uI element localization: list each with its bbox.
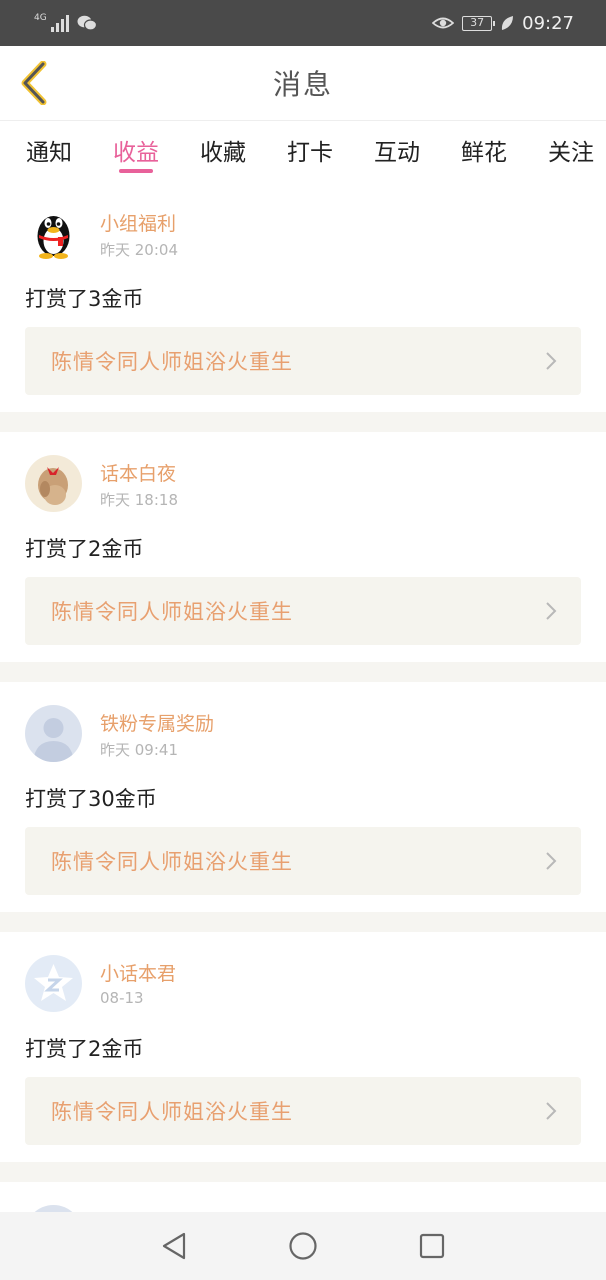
page-title: 消息	[272, 68, 333, 101]
wechat-icon	[77, 15, 97, 31]
tab-flowers[interactable]: 鲜花	[459, 121, 509, 182]
penguin-avatar[interactable]	[25, 205, 82, 262]
story-title: 陈情令同人师姐浴火重生	[51, 350, 293, 374]
username[interactable]: 小组福利	[100, 209, 176, 236]
network-type: 4G	[34, 13, 47, 23]
story-title: 陈情令同人师姐浴火重生	[51, 850, 293, 874]
tab-favorites[interactable]: 收藏	[198, 121, 248, 182]
star-avatar[interactable]	[25, 955, 82, 1012]
system-nav-bar	[0, 1212, 606, 1280]
message-card: 铁粉专属奖励 昨天 09:41 打赏了30金币 陈情令同人师姐浴火重生	[0, 682, 606, 912]
back-button[interactable]	[14, 60, 54, 106]
signal-icon: 4G	[34, 14, 69, 32]
username[interactable]: 铁粉专属奖励	[100, 709, 214, 736]
story-title: 陈情令同人师姐浴火重生	[51, 600, 293, 624]
message-list: 小组福利 昨天 20:04 打赏了3金币 陈情令同人师姐浴火重生 话本白夜 昨天…	[0, 182, 606, 1228]
battery-icon: 37	[462, 15, 496, 31]
username[interactable]: 话本白夜	[100, 459, 176, 486]
tab-following[interactable]: 关注	[546, 121, 596, 182]
home-circle-icon[interactable]	[288, 1231, 318, 1261]
recents-square-icon[interactable]	[418, 1232, 446, 1260]
tab-earnings[interactable]: 收益	[111, 121, 161, 182]
chevron-right-icon	[546, 852, 557, 870]
story-title: 陈情令同人师姐浴火重生	[51, 1100, 293, 1124]
leaf-icon	[502, 16, 514, 30]
story-link[interactable]: 陈情令同人师姐浴火重生	[25, 1077, 581, 1145]
chevron-right-icon	[546, 352, 557, 370]
clock: 09:27	[522, 12, 574, 34]
tab-bar: 通知 收益 收藏 打卡 互动 鲜花 关注	[0, 120, 606, 182]
timestamp: 昨天 20:04	[100, 241, 178, 259]
reward-text: 打赏了3金币	[25, 287, 144, 311]
tab-checkin[interactable]: 打卡	[285, 121, 335, 182]
chevron-left-icon	[21, 61, 47, 105]
status-right: 37 09:27	[432, 13, 574, 34]
app-header: 消息	[0, 46, 606, 120]
message-card: 小话本君 08-13 打赏了2金币 陈情令同人师姐浴火重生	[0, 932, 606, 1162]
back-triangle-icon[interactable]	[160, 1231, 188, 1261]
tab-interaction[interactable]: 互动	[372, 121, 422, 182]
tab-notifications[interactable]: 通知	[24, 121, 74, 182]
message-card: 小组福利 昨天 20:04 打赏了3金币 陈情令同人师姐浴火重生	[0, 182, 606, 412]
message-card: 话本白夜 昨天 18:18 打赏了2金币 陈情令同人师姐浴火重生	[0, 432, 606, 662]
timestamp: 昨天 18:18	[100, 491, 178, 509]
timestamp: 昨天 09:41	[100, 741, 178, 759]
reward-text: 打赏了30金币	[25, 787, 157, 811]
eye-icon	[432, 17, 455, 29]
reward-text: 打赏了2金币	[25, 1037, 144, 1061]
timestamp: 08-13	[100, 989, 144, 1007]
reward-text: 打赏了2金币	[25, 537, 144, 561]
status-bar: 4G 37 09:27	[0, 0, 606, 46]
photo-avatar[interactable]	[25, 455, 82, 512]
chevron-right-icon	[546, 602, 557, 620]
story-link[interactable]: 陈情令同人师姐浴火重生	[25, 827, 581, 895]
username[interactable]: 小话本君	[100, 959, 176, 986]
story-link[interactable]: 陈情令同人师姐浴火重生	[25, 327, 581, 395]
default-avatar[interactable]	[25, 705, 82, 762]
story-link[interactable]: 陈情令同人师姐浴火重生	[25, 577, 581, 645]
chevron-right-icon	[546, 1102, 557, 1120]
status-left: 4G	[34, 14, 97, 32]
